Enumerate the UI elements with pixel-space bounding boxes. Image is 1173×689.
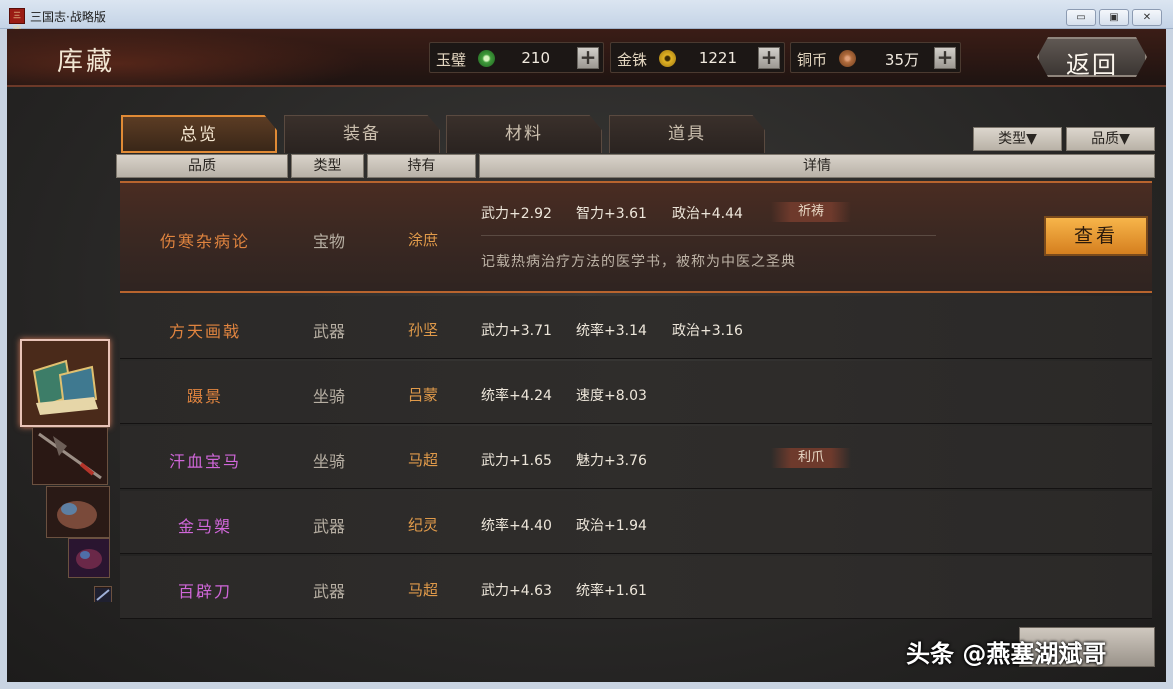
item-owner: 涂庶 [407,231,438,249]
item-owner: 纪灵 [407,516,438,534]
halberd-item-icon[interactable] [32,427,108,485]
header-quality[interactable]: 品质 [116,154,288,178]
item-stat: 魅力+3.76 [576,453,647,469]
view-button[interactable]: 查看 [1044,216,1148,256]
resource-jade-value: 210 [521,49,550,67]
item-description: 记载热病治疗方法的医学书，被称为中医之圣典 [481,254,796,270]
header-type[interactable]: 类型 [291,154,364,178]
resource-copper: 铜币 35万 + [790,42,961,73]
top-bar: 库藏 玉璧 210 + 金铢 1221 + 铜币 35万 + 返回 [7,29,1166,87]
item-name: 金马槊 [177,517,232,536]
add-copper-button[interactable]: + [934,47,956,69]
item-owner: 马超 [407,581,438,599]
tab-items[interactable]: 道具 [609,115,765,153]
copper-coin-icon [839,50,856,67]
item-type: 宝物 [312,232,345,251]
item-skill-tag: 利爪 [771,448,851,468]
item-owner: 吕蒙 [407,386,438,404]
tab-materials[interactable]: 材料 [446,115,602,153]
table-row[interactable]: 金马槊 武器 纪灵 统率+4.40 政治+1.94 [120,491,1152,554]
item-stat: 武力+2.92 [481,206,552,222]
blade-item-icon[interactable] [94,586,112,602]
detail-divider [481,235,936,236]
item-type: 武器 [312,582,345,601]
resource-copper-label: 铜币 [797,51,828,69]
resource-gold-label: 金铢 [617,51,648,69]
quality-filter-dropdown[interactable]: 品质▼ [1066,127,1155,151]
add-jade-button[interactable]: + [577,47,599,69]
table-row[interactable]: 百辟刀 武器 马超 武力+4.63 统率+1.61 [120,556,1152,619]
window-titlebar[interactable]: 三國志 三国志·战略版 ▭ ▣ ✕ [0,0,1173,48]
resource-jade-label: 玉璧 [436,51,467,69]
item-stat: 武力+4.63 [481,583,552,599]
resource-jade: 玉璧 210 + [429,42,604,73]
item-owner: 孙坚 [407,321,438,339]
type-filter-dropdown[interactable]: 类型▼ [973,127,1062,151]
item-stat: 武力+1.65 [481,453,552,469]
item-stat: 政治+3.16 [672,323,743,339]
item-name: 伤寒杂病论 [159,232,250,251]
item-stat: 智力+3.61 [576,206,647,222]
item-stat: 统率+4.40 [481,518,552,534]
header-details: 详情 [479,154,1155,178]
app-logo-icon: 三國志 [9,8,25,48]
page-title: 库藏 [57,47,116,77]
item-stat: 统率+3.14 [576,323,647,339]
item-name: 百辟刀 [177,582,232,601]
resource-gold: 金铢 1221 + [610,42,785,73]
item-stat: 统率+4.24 [481,388,552,404]
watermark: 头条 @燕塞湖斌哥 [906,640,1107,668]
item-stat: 统率+1.61 [576,583,647,599]
header-owner[interactable]: 持有 [367,154,476,178]
item-type: 坐骑 [312,387,345,406]
item-name: 汗血宝马 [168,452,241,471]
window-title: 三国志·战略版 [30,10,106,24]
close-button[interactable]: ✕ [1132,9,1162,26]
item-stat: 政治+4.44 [672,206,743,222]
resource-gold-value: 1221 [698,49,737,67]
add-gold-button[interactable]: + [758,47,780,69]
resource-copper-value: 35万 [884,51,919,69]
horse-dark-item-icon[interactable] [68,538,110,578]
back-button-label: 返回 [1066,51,1118,79]
table-row[interactable]: 伤寒杂病论 宝物 涂庶 武力+2.92 智力+3.61 政治+4.44 祈祷 记… [120,181,1152,293]
table-row[interactable]: 蹑景 坐骑 吕蒙 统率+4.24 速度+8.03 [120,361,1152,424]
item-skill-tag: 祈祷 [771,202,851,222]
book-item-icon[interactable] [20,339,110,427]
item-type: 武器 [312,322,345,341]
item-type: 武器 [312,517,345,536]
minimize-button[interactable]: ▭ [1066,9,1096,26]
item-stat: 武力+3.71 [481,323,552,339]
tab-overview[interactable]: 总览 [121,115,277,153]
table-row[interactable]: 方天画戟 武器 孙坚 武力+3.71 统率+3.14 政治+3.16 [120,296,1152,359]
game-viewport: 库藏 玉璧 210 + 金铢 1221 + 铜币 35万 + 返回 总览 装备 … [7,29,1166,682]
horse-item-icon[interactable] [46,486,110,538]
back-button[interactable]: 返回 [1037,37,1147,77]
gold-coin-icon [659,50,676,67]
item-owner: 马超 [407,451,438,469]
item-type: 坐骑 [312,452,345,471]
jade-disc-icon [478,50,495,67]
item-name: 方天画戟 [168,322,241,341]
tab-equipment[interactable]: 装备 [284,115,440,153]
item-stat: 速度+8.03 [576,388,647,404]
item-stat: 政治+1.94 [576,518,647,534]
item-name: 蹑景 [186,387,223,406]
table-row[interactable]: 汗血宝马 坐骑 马超 武力+1.65 魅力+3.76 利爪 [120,426,1152,489]
maximize-button[interactable]: ▣ [1099,9,1129,26]
